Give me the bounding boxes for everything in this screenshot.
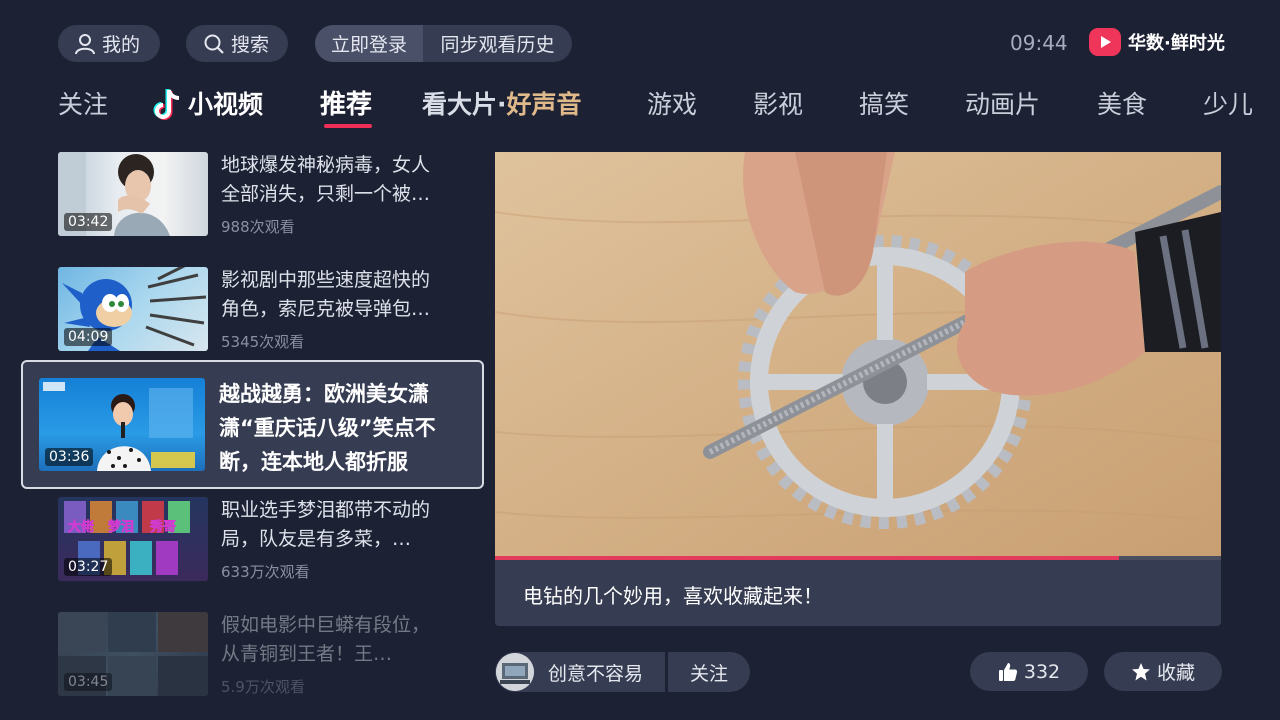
my-account-button[interactable]: 我的 [58, 25, 160, 62]
video-thumbnail: 04:09 [58, 267, 208, 351]
list-item[interactable]: 大佬 梦泪 秀哥 03:27 职业选手梦泪都带不动的局，队友是有多菜，… 633… [58, 497, 458, 583]
login-group: 立即登录 同步观看历史 [315, 25, 572, 62]
video-duration: 03:45 [64, 673, 113, 691]
video-thumbnail: 03:45 [58, 612, 208, 696]
login-button[interactable]: 立即登录 [315, 25, 423, 62]
tab-film-tv-label: 影视 [753, 90, 804, 119]
author-name: 创意不容易 [548, 662, 644, 685]
tab-voice-label: 好声音 [506, 90, 582, 119]
list-item[interactable]: 04:09 影视剧中那些速度超快的角色，索尼克被导弹包… 5345次观看 [58, 267, 458, 353]
tab-food-label: 美食 [1097, 90, 1148, 119]
like-button[interactable]: 332 [970, 652, 1088, 691]
svg-text:梦泪: 梦泪 [108, 519, 134, 535]
tab-follow[interactable]: 关注 [58, 85, 108, 125]
active-tab-indicator [324, 124, 372, 128]
user-icon [75, 33, 95, 54]
brand-logo-icon [1089, 28, 1121, 56]
tab-funny-label: 搞笑 [859, 90, 910, 119]
video-title: 影视剧中那些速度超快的角色，索尼克被导弹包… [221, 269, 431, 320]
video-title: 职业选手梦泪都带不动的局，队友是有多菜，… [221, 499, 431, 550]
tab-follow-label: 关注 [58, 90, 109, 119]
sync-history-label: 同步观看历史 [440, 34, 555, 56]
follow-button[interactable]: 关注 [668, 652, 750, 692]
author-profile-button[interactable]: 创意不容易 [495, 652, 665, 692]
login-label: 立即登录 [330, 34, 407, 56]
tab-short-video-label: 小视频 [188, 90, 264, 119]
tab-short-video[interactable]: 小视频 [152, 85, 263, 125]
author-bar: 创意不容易 关注 [495, 652, 750, 692]
tab-recommend[interactable]: 推荐 [320, 85, 372, 125]
search-label: 搜索 [231, 34, 270, 56]
tab-kids-label: 少儿 [1203, 90, 1254, 119]
video-thumbnail: 03:42 [58, 152, 208, 236]
favorite-button[interactable]: 收藏 [1104, 652, 1222, 691]
avatar [496, 653, 534, 691]
tiktok-icon [153, 89, 180, 120]
tab-animation-label: 动画片 [965, 90, 1041, 119]
tab-funny[interactable]: 搞笑 [859, 85, 909, 125]
list-item[interactable]: 03:42 地球爆发神秘病毒，女人全部消失，只剩一个被… 988次观看 [58, 152, 458, 238]
video-thumbnail: 03:36 [39, 378, 205, 471]
my-account-label: 我的 [102, 34, 141, 56]
video-views: 5.9万次观看 [221, 678, 305, 696]
tab-recommend-label: 推荐 [320, 90, 373, 120]
video-duration: 03:42 [64, 213, 113, 231]
tab-kids[interactable]: 少儿 [1203, 85, 1253, 125]
video-duration: 04:09 [64, 328, 113, 346]
video-views: 988次观看 [221, 218, 295, 236]
category-nav: 关注 小视频 推荐 看大片·好声音 游戏 影视 搞笑 动画片 美食 少儿 [0, 85, 1280, 130]
video-player[interactable] [495, 152, 1221, 558]
video-views: 5345次观看 [221, 333, 305, 351]
tab-animation[interactable]: 动画片 [965, 85, 1040, 125]
video-views: 633万次观看 [221, 563, 310, 581]
tab-movies-voice[interactable]: 看大片·好声音 [422, 85, 582, 125]
sync-history-button[interactable]: 同步观看历史 [423, 25, 572, 62]
star-icon [1131, 662, 1150, 680]
tab-movies-label: 看大片· [422, 90, 507, 119]
search-icon [204, 34, 224, 54]
tab-film-tv[interactable]: 影视 [753, 85, 803, 125]
video-duration: 03:36 [45, 448, 94, 466]
svg-text:大佬: 大佬 [68, 519, 94, 535]
clock: 09:44 [1010, 31, 1068, 55]
video-frame [495, 152, 1221, 558]
video-caption: 电钻的几个妙用，喜欢收藏起来！ [523, 584, 823, 608]
video-caption-bar: 电钻的几个妙用，喜欢收藏起来！ [495, 560, 1221, 626]
favorite-label: 收藏 [1156, 662, 1195, 684]
follow-label: 关注 [689, 662, 728, 685]
video-thumbnail: 大佬 梦泪 秀哥 03:27 [58, 497, 208, 581]
thumbs-up-icon [998, 662, 1017, 681]
list-item[interactable]: 03:45 假如电影中巨蟒有段位，从青铜到王者！王… 5.9万次观看 [58, 612, 458, 698]
list-item-focused[interactable]: 03:36 越战越勇：欧洲美女潇潇“重庆话八级”笑点不断，连本地人都折服 [21, 360, 484, 489]
brand: 华数·鲜时光 [1089, 28, 1225, 56]
tab-food[interactable]: 美食 [1097, 85, 1147, 125]
tab-games[interactable]: 游戏 [647, 85, 697, 125]
brand-name: 华数·鲜时光 [1128, 33, 1225, 54]
video-title: 假如电影中巨蟒有段位，从青铜到王者！王… [221, 614, 431, 665]
video-title: 越战越勇：欧洲美女潇潇“重庆话八级”笑点不断，连本地人都折服 [219, 382, 436, 474]
like-count: 332 [1023, 660, 1061, 683]
tab-games-label: 游戏 [647, 90, 698, 119]
video-title: 地球爆发神秘病毒，女人全部消失，只剩一个被… [221, 154, 431, 205]
svg-text:秀哥: 秀哥 [149, 519, 176, 535]
video-duration: 03:27 [64, 558, 113, 576]
search-button[interactable]: 搜索 [186, 25, 288, 62]
